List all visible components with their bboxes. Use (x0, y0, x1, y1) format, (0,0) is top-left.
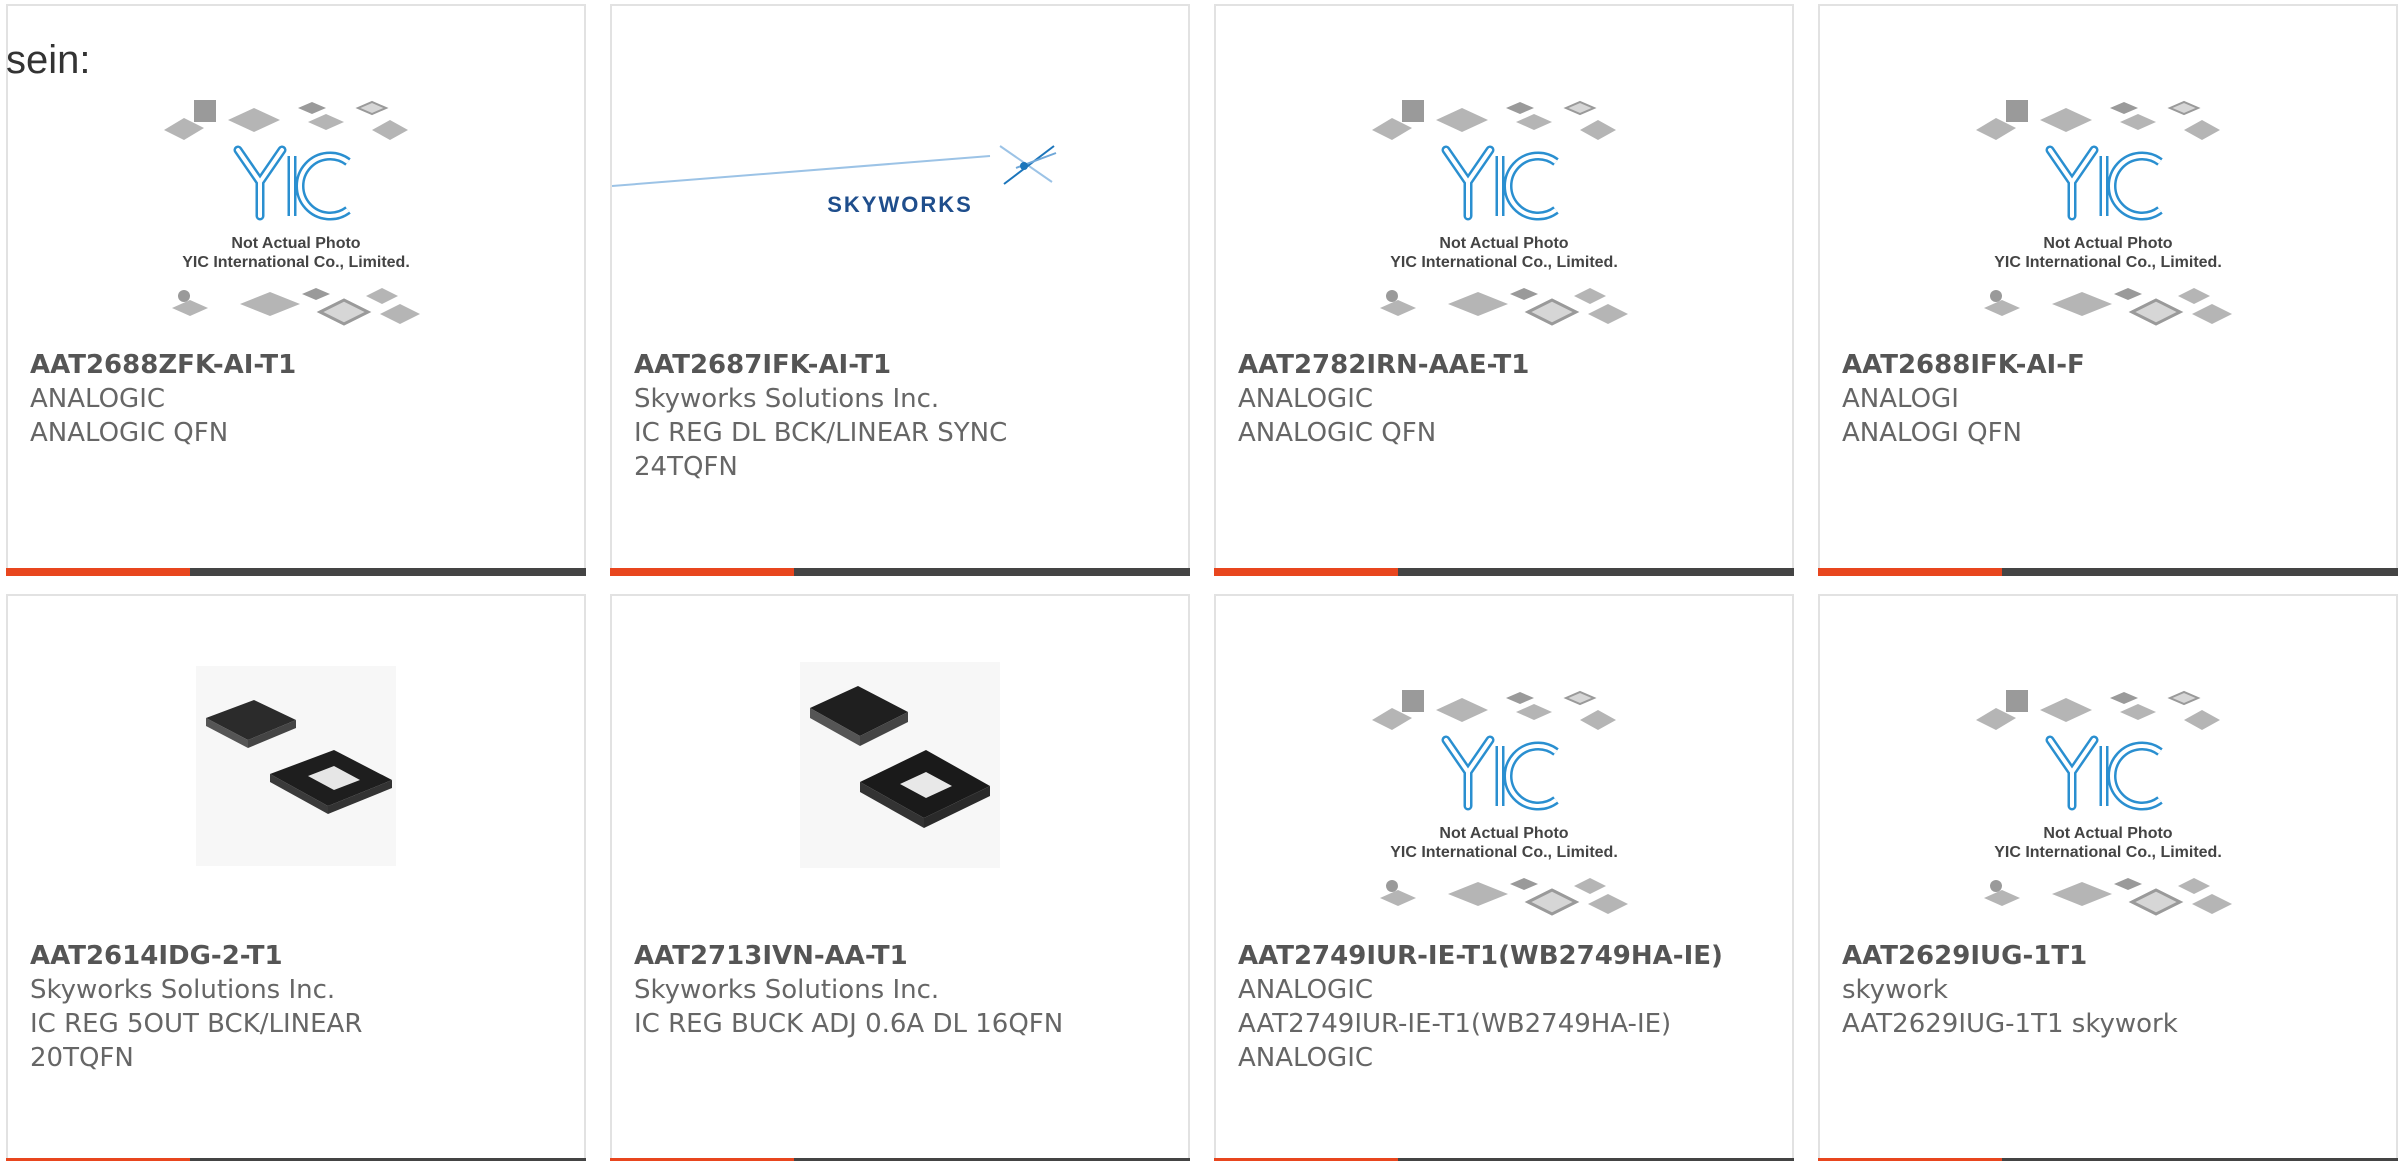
qfn-chip-photo-icon (196, 666, 396, 866)
part-number-link[interactable]: AAT2629IUG-1T1 (1842, 939, 2384, 973)
lead-text: sein: (6, 38, 91, 82)
card-accent (610, 568, 794, 576)
card-accent (6, 568, 190, 576)
manufacturer: skywork (1842, 975, 1948, 1005)
product-card[interactable]: Not Actual Photo YIC International Co., … (6, 4, 586, 576)
product-image-placeholder[interactable]: Not Actual Photo YIC International Co., … (1216, 6, 1792, 346)
card-bottom-bar (6, 568, 586, 576)
not-actual-photo-icon: Not Actual Photo YIC International Co., … (1976, 690, 2232, 916)
description: AAT2749IUR-IE-T1(WB2749HA-IE) ANALOGIC (1238, 1009, 1672, 1073)
product-card[interactable]: Not Actual Photo YIC International Co., … (1818, 4, 2398, 576)
product-card[interactable]: AAT2713IVN-AA-T1 Skyworks Solutions Inc.… (610, 594, 1190, 1161)
part-number-link[interactable]: AAT2782IRN-AAE-T1 (1238, 348, 1780, 382)
placeholder-line1: Not Actual Photo (1439, 825, 1568, 842)
placeholder-line1: Not Actual Photo (1439, 235, 1568, 252)
qfn-chip-photo-icon (800, 662, 1000, 868)
description: IC REG DL BCK/LINEAR SYNC 24TQFN (634, 418, 1008, 482)
product-image[interactable] (612, 596, 1188, 936)
description: AAT2629IUG-1T1 skywork (1842, 1009, 2178, 1039)
skyworks-logo-icon: SKYWORKS (612, 145, 1057, 217)
part-number-link[interactable]: AAT2687IFK-AI-T1 (634, 348, 1176, 382)
manufacturer: ANALOGI (1842, 384, 1959, 414)
not-actual-photo-icon: Not Actual Photo YIC International Co., … (1372, 100, 1628, 326)
manufacturer: Skyworks Solutions Inc. (634, 384, 940, 414)
product-card[interactable]: Not Actual Photo YIC International Co., … (1214, 594, 1794, 1161)
placeholder-line2: YIC International Co., Limited. (1390, 844, 1618, 861)
product-card[interactable]: Not Actual Photo YIC International Co., … (1818, 594, 2398, 1161)
part-number-link[interactable]: AAT2688IFK-AI-F (1842, 348, 2384, 382)
card-accent (1818, 568, 2002, 576)
product-card[interactable]: SKYWORKS AAT2687IFK-AI-T1 Skyworks Solut… (610, 4, 1190, 576)
manufacturer: ANALOGIC (30, 384, 166, 414)
product-image-placeholder[interactable]: Not Actual Photo YIC International Co., … (1820, 6, 2396, 346)
card-bottom-bar (610, 568, 1190, 576)
not-actual-photo-icon: Not Actual Photo YIC International Co., … (164, 100, 420, 326)
manufacturer: Skyworks Solutions Inc. (634, 975, 940, 1005)
placeholder-line2: YIC International Co., Limited. (1994, 254, 2222, 271)
card-bottom-bar (1214, 568, 1794, 576)
product-image-placeholder[interactable]: Not Actual Photo YIC International Co., … (1216, 596, 1792, 936)
manufacturer: ANALOGIC (1238, 384, 1374, 414)
part-number-link[interactable]: AAT2614IDG-2-T1 (30, 939, 572, 973)
placeholder-line1: Not Actual Photo (231, 235, 360, 252)
not-actual-photo-icon: Not Actual Photo YIC International Co., … (1372, 690, 1628, 916)
description: ANALOGIC QFN (1238, 418, 1437, 448)
placeholder-line1: Not Actual Photo (2043, 825, 2172, 842)
product-grid: Not Actual Photo YIC International Co., … (0, 0, 2400, 1161)
product-image-placeholder[interactable]: Not Actual Photo YIC International Co., … (8, 6, 584, 346)
manufacturer: ANALOGIC (1238, 975, 1374, 1005)
product-image[interactable] (8, 596, 584, 936)
part-number-link[interactable]: AAT2688ZFK-AI-T1 (30, 348, 572, 382)
placeholder-line2: YIC International Co., Limited. (1994, 844, 2222, 861)
part-number-link[interactable]: AAT2713IVN-AA-T1 (634, 939, 1176, 973)
product-card[interactable]: Not Actual Photo YIC International Co., … (1214, 4, 1794, 576)
manufacturer: Skyworks Solutions Inc. (30, 975, 336, 1005)
part-number-link[interactable]: AAT2749IUR-IE-T1(WB2749HA-IE) (1238, 939, 1780, 973)
not-actual-photo-icon: Not Actual Photo YIC International Co., … (1976, 100, 2232, 326)
product-image[interactable]: SKYWORKS (612, 6, 1188, 346)
description: IC REG BUCK ADJ 0.6A DL 16QFN (634, 1009, 1064, 1039)
placeholder-line1: Not Actual Photo (2043, 235, 2172, 252)
description: ANALOGI QFN (1842, 418, 2022, 448)
card-accent (1214, 568, 1398, 576)
product-image-placeholder[interactable]: Not Actual Photo YIC International Co., … (1820, 596, 2396, 936)
product-card[interactable]: AAT2614IDG-2-T1 Skyworks Solutions Inc. … (6, 594, 586, 1161)
description: IC REG 5OUT BCK/LINEAR 20TQFN (30, 1009, 363, 1073)
skyworks-logo-text: SKYWORKS (827, 192, 973, 217)
placeholder-line2: YIC International Co., Limited. (1390, 254, 1618, 271)
card-bottom-bar (1818, 568, 2398, 576)
placeholder-line2: YIC International Co., Limited. (182, 254, 410, 271)
description: ANALOGIC QFN (30, 418, 229, 448)
